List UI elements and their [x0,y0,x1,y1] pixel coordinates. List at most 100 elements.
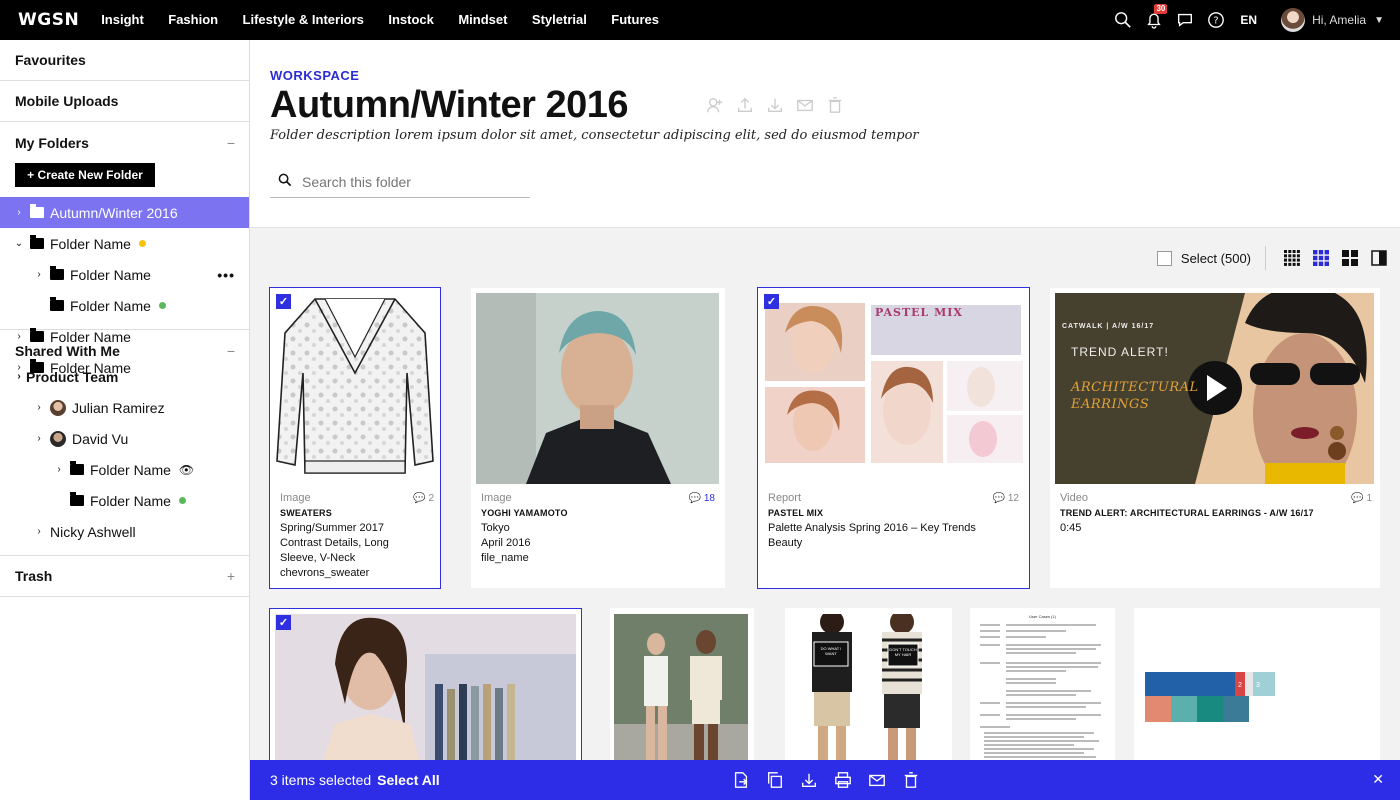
asset-card-yoghi-yamamoto[interactable]: Image YOGHI YAMAMOTO Tokyo April 2016 fi… [471,288,725,588]
nav-insight[interactable]: Insight [101,12,144,27]
asset-name[interactable]: YOGHI YAMAMOTO [481,506,681,521]
chevron-down-icon[interactable]: ▼ [1374,15,1384,26]
comment-count[interactable]: 💬 2 [413,493,434,504]
print-icon[interactable] [834,771,852,789]
search-icon[interactable] [1113,10,1133,30]
svg-text:?: ? [1214,16,1219,27]
selection-action-bar: 3 items selected Select All ✕ [250,760,1400,800]
chevron-right-icon[interactable]: › [32,526,46,537]
asset-card-sweaters[interactable]: ✓ Image SWEATERS Spring/Summer 2017 Cont… [269,287,441,589]
asset-card-trend-alert-video[interactable]: CATWALK | A/W 16/17 TREND ALERT! ARCHITE… [1050,288,1380,588]
folder-item[interactable]: ⌄ Folder Name [0,228,249,259]
collapse-icon[interactable]: − [227,343,235,359]
sweater-sketch-image [275,293,435,485]
chevron-right-icon[interactable]: › [12,207,26,218]
folder-item[interactable]: Folder Name [0,290,249,321]
chevron-right-icon[interactable]: › [32,269,46,280]
asset-detail: Palette Analysis Spring 2016 – Key Trend… [768,522,976,534]
select-count-label[interactable]: Select (500) [1181,251,1251,266]
user-avatar[interactable] [1281,8,1306,32]
nav-lifestyle-interiors[interactable]: Lifestyle & Interiors [243,12,364,27]
wgsn-logo[interactable]: WGSN [18,10,79,30]
folder-header: WORKSPACE Autumn/Winter 2016 Folder desc… [250,40,1400,228]
selected-checkbox[interactable]: ✓ [276,294,291,309]
add-user-icon[interactable] [705,96,725,114]
team-item[interactable]: › Product Team [0,361,249,392]
video-snapshot-image [275,614,576,784]
help-icon[interactable]: ? [1206,10,1226,30]
nav-fashion[interactable]: Fashion [168,12,218,27]
folder-search[interactable] [270,166,530,198]
upload-icon[interactable] [735,96,755,114]
download-icon[interactable] [800,771,818,789]
chevron-right-icon[interactable]: › [32,402,46,413]
asset-detail: April 2016 [481,537,531,549]
folder-item-active[interactable]: › Autumn/Winter 2016 [0,197,249,228]
nav-mindset[interactable]: Mindset [458,12,507,27]
trend-alert-line: TREND ALERT [1071,345,1165,359]
more-options-icon[interactable]: ••• [217,267,235,283]
mail-icon[interactable] [868,771,886,789]
sidebar-trash[interactable]: Trash + [0,556,249,597]
collapse-icon[interactable]: − [227,135,235,151]
asset-detail: Spring/Summer 2017 [280,522,384,534]
chevron-right-icon[interactable]: › [52,464,66,475]
download-icon[interactable] [765,96,785,114]
nav-futures[interactable]: Futures [611,12,659,27]
person-item[interactable]: › Julian Ramirez [0,392,249,423]
chevron-right-icon[interactable]: › [32,433,46,444]
nav-styletrial[interactable]: Styletrial [532,12,587,27]
my-folders-header[interactable]: My Folders − [0,122,249,163]
swatch-label: 2 [1238,682,1242,689]
detail-view-icon[interactable] [1371,250,1387,266]
trash-icon[interactable] [825,96,845,114]
colour-card-thumbnail: 2 3 [1139,614,1375,782]
create-new-folder-button[interactable]: + Create New Folder [15,163,155,187]
grid-medium-view-icon[interactable] [1313,250,1329,266]
chevron-down-icon[interactable]: ⌄ [12,238,26,249]
comment-count[interactable]: 💬 12 [993,493,1019,504]
chevron-right-icon[interactable]: › [12,371,26,382]
nav-instock[interactable]: Instock [388,12,434,27]
video-thumb-kicker: CATWALK | A/W 16/17 [1062,323,1155,330]
comment-count[interactable]: 💬 1 [1351,493,1372,504]
sidebar-favourites[interactable]: Favourites [0,40,249,81]
grid-toolbar: Select (500) [1156,246,1400,270]
asset-name[interactable]: SWEATERS [280,506,430,521]
close-icon[interactable]: ✕ [1372,771,1384,788]
bell-icon[interactable]: 30 [1144,4,1168,30]
asset-card-pastel-mix[interactable]: PASTEL MIX ✓ Report PASTEL MIX Palette A… [757,287,1030,589]
move-to-icon[interactable] [732,771,750,789]
user-greeting[interactable]: Hi, Amelia [1312,13,1366,27]
mail-icon[interactable] [795,96,815,114]
workspace-kicker: WORKSPACE [270,68,360,83]
selected-checkbox[interactable]: ✓ [276,615,291,630]
shared-label: Shared With Me [15,342,120,359]
search-input[interactable] [302,173,522,190]
person-item[interactable]: › David Vu [0,423,249,454]
shared-section: Shared With Me − › Product Team › Julian… [0,330,249,556]
copy-icon[interactable] [766,771,784,789]
shared-folder-icon [50,297,64,311]
folder-item[interactable]: Folder Name [0,485,249,516]
folder-item[interactable]: › Folder Name 👁 [0,454,249,485]
expand-icon[interactable]: + [227,568,235,584]
grid-small-view-icon[interactable] [1284,250,1300,266]
asset-detail: Contrast Details, Long [280,537,389,549]
trash-icon[interactable] [902,771,920,789]
street-style-photo [614,614,748,782]
chat-icon[interactable] [1175,10,1195,30]
folder-item[interactable]: › Folder Name ••• [0,259,249,290]
grid-large-view-icon[interactable] [1342,250,1358,266]
person-item[interactable]: › Nicky Ashwell [0,516,249,547]
asset-name[interactable]: PASTEL MIX [768,506,1018,521]
select-all-checkbox[interactable] [1156,250,1172,266]
asset-name[interactable]: TREND ALERT: ARCHITECTURAL EARRINGS - A/… [1060,506,1350,521]
language-selector[interactable]: EN [1240,13,1257,27]
select-all-link[interactable]: Select All [377,772,440,788]
asset-grid: Select (500) ✓ Image SWEATERS Spring/Sum… [250,228,1400,800]
sidebar-mobile-uploads[interactable]: Mobile Uploads [0,81,249,122]
main-nav: Insight Fashion Lifestyle & Interiors In… [101,11,679,29]
comment-count[interactable]: 💬 18 [689,493,715,504]
selected-checkbox[interactable]: ✓ [764,294,779,309]
